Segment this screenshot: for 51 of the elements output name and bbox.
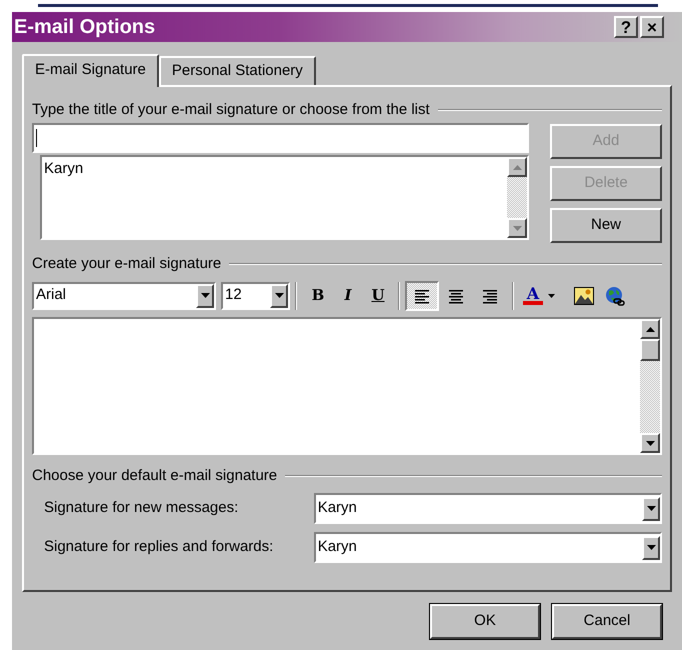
- dropdown-button[interactable]: [642, 536, 660, 560]
- align-left-icon: [414, 287, 430, 304]
- scroll-up-button[interactable]: [507, 157, 527, 177]
- align-right-icon: [482, 287, 498, 304]
- group-label: Create your e-mail signature: [32, 255, 222, 273]
- dropdown-button[interactable]: [196, 284, 214, 308]
- signature-dropdown[interactable]: Karyn: [314, 532, 662, 563]
- picture-icon: [574, 286, 594, 304]
- down-arrow-icon: [646, 506, 656, 511]
- scroll-down-button[interactable]: [640, 433, 660, 453]
- dialog-button[interactable]: OK: [430, 604, 540, 639]
- align-left-button[interactable]: [405, 280, 439, 310]
- scroll-down-button[interactable]: [507, 218, 527, 238]
- dropdown-button[interactable]: [270, 284, 288, 308]
- list-button[interactable]: New: [550, 208, 662, 243]
- window-title: E-mail Options: [14, 17, 156, 37]
- group-label: Choose your default e-mail signature: [32, 467, 278, 485]
- caret-icon: [548, 294, 555, 298]
- bold-button[interactable]: B: [303, 282, 333, 310]
- align-center-icon: [448, 287, 464, 304]
- underline-button[interactable]: U: [363, 282, 393, 310]
- scroll-thumb[interactable]: [640, 339, 660, 361]
- scroll-up-button[interactable]: [640, 319, 660, 339]
- help-button[interactable]: ?: [614, 16, 638, 38]
- font-color-button[interactable]: A: [519, 282, 559, 310]
- close-button[interactable]: ×: [640, 16, 664, 38]
- title-input-field[interactable]: [32, 123, 529, 153]
- signature-list[interactable]: Karyn: [40, 155, 529, 240]
- font-dropdown[interactable]: Arial: [32, 282, 216, 310]
- scrollbar[interactable]: [640, 319, 660, 453]
- tab[interactable]: E-mail Signature: [22, 54, 159, 87]
- down-arrow-icon: [646, 545, 656, 550]
- list-item[interactable]: Karyn: [44, 159, 507, 179]
- size-dropdown[interactable]: 12: [221, 282, 290, 310]
- up-arrow-icon: [512, 164, 522, 170]
- down-arrow-icon: [512, 226, 522, 230]
- dialog-button[interactable]: Cancel: [552, 604, 662, 639]
- italic-button[interactable]: I: [333, 282, 363, 310]
- globe-link-icon: [605, 286, 625, 306]
- field-label: Signature for new messages:: [44, 498, 240, 518]
- signature-editor[interactable]: [32, 317, 662, 455]
- signature-dropdown[interactable]: Karyn: [314, 493, 662, 524]
- down-arrow-icon: [274, 293, 284, 298]
- tab[interactable]: Personal Stationery: [158, 56, 316, 85]
- down-arrow-icon: [646, 440, 654, 446]
- scrollbar[interactable]: [507, 157, 527, 238]
- group-label: Type the title of your e-mail signature or choose from the list: [32, 101, 430, 119]
- field-label: Signature for replies and forwards:: [44, 537, 274, 558]
- dropdown-button[interactable]: [642, 496, 660, 520]
- up-arrow-icon: [646, 326, 654, 332]
- down-arrow-icon: [200, 293, 210, 298]
